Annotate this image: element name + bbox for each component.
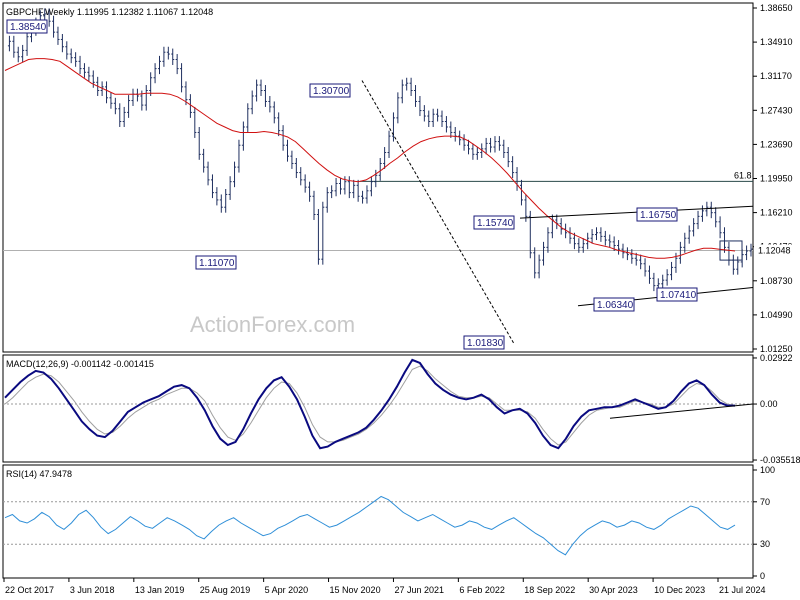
price-label-text: 1.30700 xyxy=(313,86,350,97)
x-tick-label: 5 Apr 2020 xyxy=(265,585,309,595)
macd-title: MACD(12,26,9) -0.001142 -0.001415 xyxy=(6,359,154,369)
price-y-tick-label: 1.19950 xyxy=(760,174,793,184)
macd-y-tick-label: 0.02922 xyxy=(760,353,793,363)
price-y-tick-label: 1.23690 xyxy=(760,139,793,149)
fib-label: 61.8 xyxy=(734,170,752,180)
price-label-text: 1.06340 xyxy=(597,300,634,311)
price-y-tick-label: 1.34910 xyxy=(760,37,793,47)
rsi-y-tick-label: 0 xyxy=(760,571,765,581)
x-tick-label: 10 Dec 2023 xyxy=(654,585,705,595)
price-y-tick-label: 1.04990 xyxy=(760,310,793,320)
price-label-text: 1.07410 xyxy=(660,290,697,301)
price-label-text: 1.01830 xyxy=(467,338,504,349)
x-tick-label: 3 Jun 2018 xyxy=(70,585,115,595)
rsi-title: RSI(14) 47.9478 xyxy=(6,469,72,479)
x-tick-label: 13 Jan 2019 xyxy=(135,585,185,595)
macd-y-tick-label: 0.00 xyxy=(760,399,778,409)
x-tick-label: 22 Oct 2017 xyxy=(5,585,54,595)
price-label-text: 1.15740 xyxy=(477,218,514,229)
x-tick-label: 15 Nov 2020 xyxy=(330,585,381,595)
x-tick-label: 27 Jun 2021 xyxy=(394,585,444,595)
price-y-tick-label: 1.38650 xyxy=(760,3,793,13)
price-panel-title: GBPCHF,Weekly 1.11995 1.12382 1.11067 1.… xyxy=(6,7,213,17)
x-tick-label: 21 Jul 2024 xyxy=(719,585,766,595)
x-tick-label: 25 Aug 2019 xyxy=(200,585,251,595)
price-y-tick-label: 1.27430 xyxy=(760,105,793,115)
rsi-y-tick-label: 100 xyxy=(760,465,775,475)
price-label-text: 1.38540 xyxy=(10,22,47,33)
price-y-tick-label: 1.16210 xyxy=(760,208,793,218)
chart-root: GBPCHF,Weekly 1.11995 1.12382 1.11067 1.… xyxy=(0,0,800,600)
x-tick-label: 6 Feb 2022 xyxy=(459,585,505,595)
x-tick-label: 18 Sep 2022 xyxy=(524,585,575,595)
price-label-text: 1.11070 xyxy=(199,258,235,269)
watermark: ActionForex.com xyxy=(190,312,355,337)
x-tick-label: 30 Apr 2023 xyxy=(589,585,638,595)
price-y-tick-label: 1.08730 xyxy=(760,276,793,286)
macd-y-tick-label: -0.035518 xyxy=(760,455,800,465)
price-label-text: 1.16750 xyxy=(640,210,677,221)
rsi-y-tick-label: 30 xyxy=(760,539,770,549)
price-y-tick-label: 1.31170 xyxy=(760,71,792,81)
current-price-label: 1.12048 xyxy=(758,246,791,256)
rsi-y-tick-label: 70 xyxy=(760,497,770,507)
